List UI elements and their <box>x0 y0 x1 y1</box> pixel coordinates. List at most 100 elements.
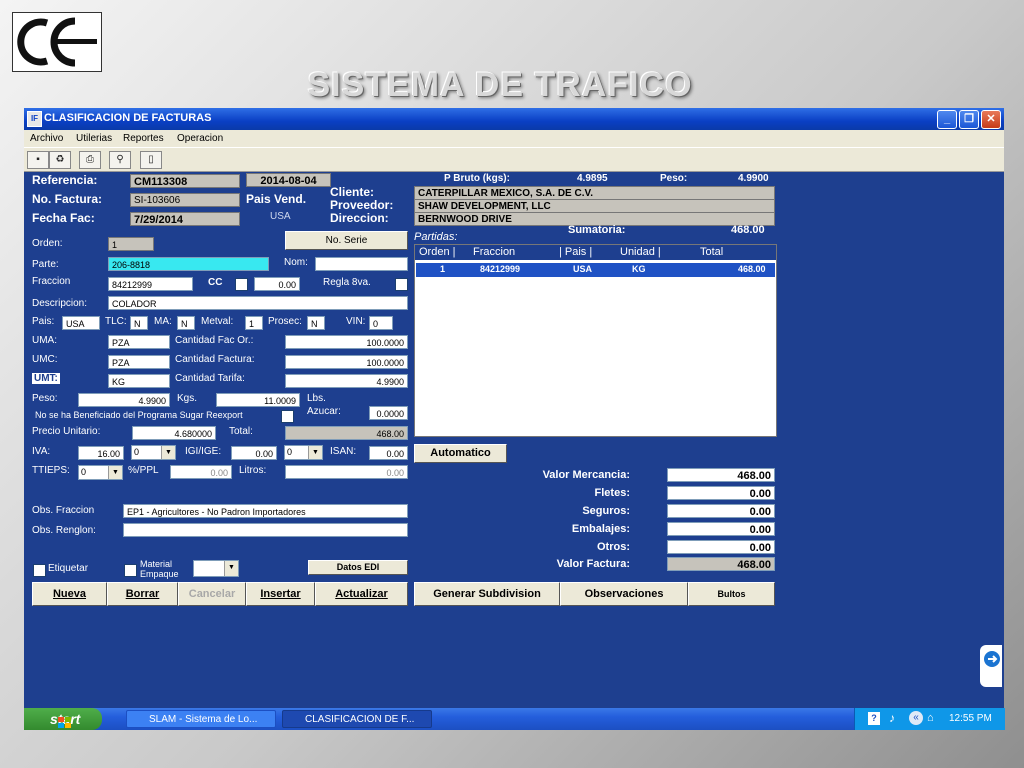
peso-field[interactable]: 4.9900 <box>78 393 170 407</box>
help-icon[interactable]: ? <box>868 712 880 725</box>
tray-arrow-icon[interactable]: « <box>909 711 923 725</box>
umt-field[interactable]: KG <box>108 374 170 388</box>
seguros-label: Seguros: <box>582 505 630 517</box>
parte-field[interactable]: 206-8818 <box>108 257 269 271</box>
nueva-button[interactable]: Nueva <box>32 582 107 606</box>
cant-tarifa-field[interactable]: 4.9900 <box>285 374 408 388</box>
cliente-field[interactable]: CATERPILLAR MEXICO, S.A. DE C.V. <box>414 186 775 200</box>
cant-tarifa-label: Cantidad Tarifa: <box>175 373 245 384</box>
nom-label: Nom: <box>284 257 308 268</box>
bultos-button[interactable]: Bultos <box>688 582 775 606</box>
cant-fac-or-field[interactable]: 100.0000 <box>285 335 408 349</box>
taskbar-item-clasificacion[interactable]: CLASIFICACION DE F... <box>282 710 432 728</box>
litros-field[interactable]: 0.00 <box>285 465 408 479</box>
menu-utilerias[interactable]: Utilerias <box>76 133 112 144</box>
vin-label: VIN: <box>346 316 366 327</box>
orden-field[interactable]: 1 <box>108 237 154 251</box>
cancelar-button[interactable]: Cancelar <box>178 582 246 606</box>
iva-dropdown[interactable]: 0 ▼ <box>131 445 176 460</box>
etiquetar-checkbox[interactable] <box>33 564 46 577</box>
seguros-field[interactable]: 0.00 <box>667 504 775 518</box>
descripcion-field[interactable]: COLADOR <box>108 296 408 310</box>
insertar-button[interactable]: Insertar <box>246 582 315 606</box>
material-dropdown[interactable]: ▼ <box>193 560 239 577</box>
network-icon[interactable]: ⌂ <box>927 712 934 724</box>
pais-vend-label: Pais Vend. <box>246 192 307 206</box>
close-button[interactable]: ✕ <box>981 110 1001 129</box>
obs-fraccion-field[interactable]: EP1 - Agricultores - No Padron Importado… <box>123 504 408 518</box>
kgs-label: Kgs. <box>177 393 198 404</box>
cant-factura-field[interactable]: 100.0000 <box>285 355 408 369</box>
regla-label: Regla 8va. <box>323 277 371 288</box>
ma-field[interactable]: N <box>177 316 195 330</box>
sumatoria-label: Sumatoria: <box>568 224 626 236</box>
pais-field[interactable]: USA <box>62 316 100 330</box>
actualizar-button[interactable]: Actualizar <box>315 582 408 606</box>
ppl-field[interactable]: 0.00 <box>170 465 232 479</box>
sugar-label: No se ha Beneficiado del Programa Sugar … <box>35 410 243 420</box>
remote-support-icon[interactable] <box>980 645 1002 687</box>
umc-field[interactable]: PZA <box>108 355 170 369</box>
taskbar-item-slam[interactable]: SLAM - Sistema de Lo... <box>126 710 276 728</box>
tlc-field[interactable]: N <box>130 316 148 330</box>
iva-field[interactable]: 16.00 <box>78 446 124 460</box>
pais-vend-value: USA <box>270 211 291 222</box>
uma-field[interactable]: PZA <box>108 335 170 349</box>
cc-checkbox[interactable] <box>235 278 248 291</box>
search-binoculars-icon[interactable]: ⚲ <box>109 151 131 169</box>
precio-field[interactable]: 4.680000 <box>132 426 216 440</box>
menu-reportes[interactable]: Reportes <box>123 133 164 144</box>
sugar-checkbox[interactable] <box>281 410 294 423</box>
ma-label: MA: <box>154 316 172 327</box>
cc-field[interactable]: 0.00 <box>254 277 300 291</box>
fecha-top-field[interactable]: 2014-08-04 <box>246 173 331 187</box>
generar-subdivision-button[interactable]: Generar Subdivision <box>414 582 560 606</box>
obs-renglon-field[interactable] <box>123 523 408 537</box>
partidas-grid[interactable]: Orden | Fraccion | Pais | Unidad | Total… <box>414 244 777 437</box>
minimize-button[interactable]: _ <box>937 110 957 129</box>
isan-field[interactable]: 0.00 <box>369 446 408 460</box>
metval-field[interactable]: 1 <box>245 316 263 330</box>
print-icon[interactable]: ⎙ <box>79 151 101 169</box>
fletes-field[interactable]: 0.00 <box>667 486 775 500</box>
referencia-field[interactable]: CM113308 <box>130 174 240 188</box>
material-checkbox[interactable] <box>124 564 137 577</box>
recycle-icon[interactable]: ♻ <box>49 151 71 169</box>
company-logo <box>12 12 102 72</box>
clock[interactable]: 12:55 PM <box>949 713 992 724</box>
exit-door-icon[interactable]: ▯ <box>140 151 162 169</box>
igi-field[interactable]: 0.00 <box>231 446 277 460</box>
table-row[interactable]: 1 84212999 USA KG 468.00 <box>416 263 775 277</box>
total-field: 468.00 <box>285 426 408 440</box>
borrar-button[interactable]: Borrar <box>107 582 178 606</box>
start-button[interactable]: start <box>24 708 102 730</box>
datos-edi-button[interactable]: Datos EDI <box>308 560 408 575</box>
factura-field[interactable]: SI-103606 <box>130 193 240 207</box>
embalajes-field[interactable]: 0.00 <box>667 522 775 536</box>
fecha-field[interactable]: 7/29/2014 <box>130 212 240 226</box>
vin-field[interactable]: 0 <box>369 316 393 330</box>
menu-archivo[interactable]: Archivo <box>30 133 63 144</box>
igi-dropdown[interactable]: 0 ▼ <box>284 445 323 460</box>
proveedor-field[interactable]: SHAW DEVELOPMENT, LLC <box>414 199 775 213</box>
cant-factura-label: Cantidad Factura: <box>175 354 255 365</box>
automatico-button[interactable]: Automatico <box>414 444 507 463</box>
app-icon: IF <box>27 111 42 127</box>
col-pais: | Pais | <box>559 246 593 258</box>
otros-field[interactable]: 0.00 <box>667 540 775 554</box>
prosec-field[interactable]: N <box>307 316 325 330</box>
ttieps-dropdown[interactable]: 0 ▼ <box>78 465 123 480</box>
observaciones-button[interactable]: Observaciones <box>560 582 688 606</box>
peso-label: Peso: <box>32 393 58 404</box>
lbs-field[interactable]: 11.0009 <box>216 393 300 407</box>
valor-mercancia-field[interactable]: 468.00 <box>667 468 775 482</box>
azucar-field[interactable]: 0.0000 <box>369 406 408 420</box>
fraccion-field[interactable]: 84212999 <box>108 277 193 291</box>
menu-operacion[interactable]: Operacion <box>177 133 223 144</box>
regla-checkbox[interactable] <box>395 278 408 291</box>
save-icon[interactable]: ▪ <box>27 151 49 169</box>
nom-field[interactable] <box>315 257 408 271</box>
no-serie-button[interactable]: No. Serie <box>285 231 408 250</box>
maximize-button[interactable]: ❐ <box>959 110 979 129</box>
volume-icon[interactable]: ♪ <box>889 711 895 725</box>
